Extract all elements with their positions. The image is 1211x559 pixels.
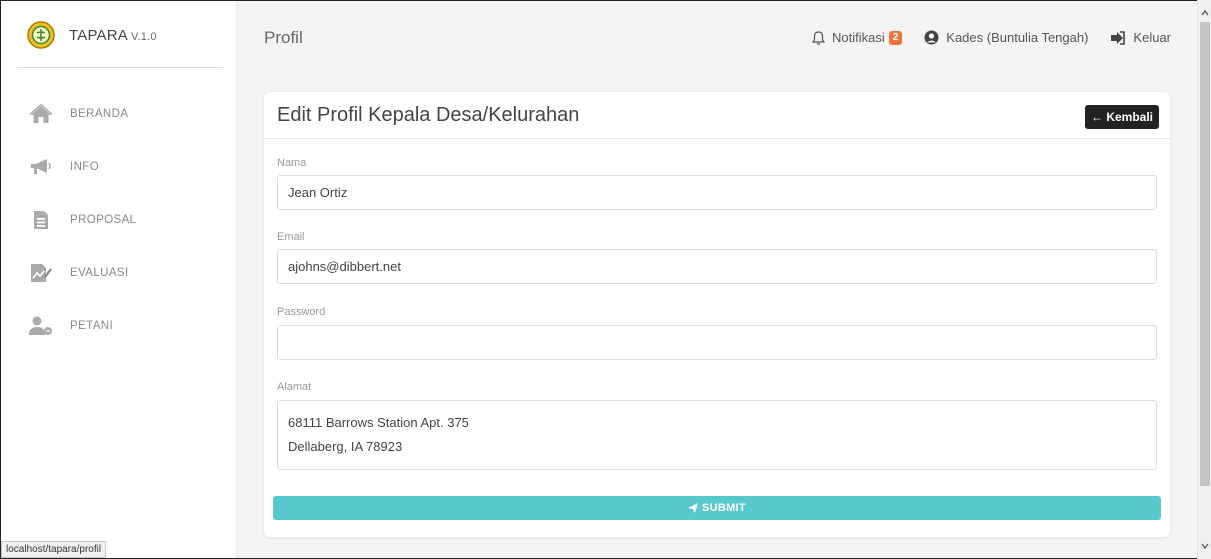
- sign-out-icon: [1111, 30, 1126, 45]
- page-title: Profil: [264, 28, 303, 47]
- document-icon: [29, 208, 53, 232]
- name-label: Nama: [277, 157, 307, 169]
- logout-button[interactable]: Keluar: [1110, 30, 1171, 45]
- notification-count-badge: 2: [888, 30, 903, 45]
- brand-version: V.1.0: [131, 30, 157, 43]
- sidebar-item-label: PROPOSAL: [70, 213, 137, 226]
- scroll-down-arrow-icon[interactable]: [1201, 542, 1209, 550]
- address-label: Alamat: [277, 381, 312, 393]
- user-menu[interactable]: Kades (Buntulia Tengah): [924, 30, 1088, 45]
- submit-button[interactable]: SUBMIT: [273, 496, 1161, 520]
- sidebar-item-info[interactable]: INFO: [1, 140, 237, 193]
- scrollbar-thumb[interactable]: [1200, 22, 1210, 486]
- divider: [17, 67, 223, 68]
- sidebar-item-petani[interactable]: PETANI: [1, 299, 237, 352]
- card-title: Edit Profil Kepala Desa/Kelurahan: [277, 104, 580, 126]
- edit-profile-card: Edit Profil Kepala Desa/Kelurahan ← Kemb…: [264, 92, 1170, 537]
- megaphone-icon: [29, 155, 53, 179]
- sidebar-nav: BERANDA INFO PROPOSAL EVALUASI PETANI: [1, 87, 237, 352]
- address-field[interactable]: 68111 Barrows Station Apt. 375 Dellaberg…: [277, 400, 1157, 470]
- submit-label: SUBMIT: [702, 502, 746, 514]
- brand[interactable]: TAPARA V.1.0: [27, 15, 157, 55]
- user-group-icon: [29, 314, 53, 338]
- user-label: Kades (Buntulia Tengah): [946, 30, 1089, 45]
- emblem-logo-icon: [27, 21, 55, 49]
- paper-plane-icon: [688, 503, 699, 513]
- status-bar-url: localhost/tapara/profil: [1, 541, 107, 558]
- page-scrollbar[interactable]: [1197, 0, 1211, 559]
- sidebar-item-label: PETANI: [70, 319, 114, 332]
- sidebar-item-evaluasi[interactable]: EVALUASI: [1, 246, 237, 299]
- chart-pen-icon: [29, 261, 53, 285]
- password-label: Password: [277, 306, 326, 318]
- home-icon: [29, 102, 53, 126]
- sidebar: TAPARA V.1.0 BERANDA INFO PROPOSAL EVALU…: [1, 1, 237, 558]
- user-circle-icon: [924, 30, 939, 45]
- notification-button[interactable]: Notifikasi 2: [811, 30, 903, 45]
- notification-label: Notifikasi: [831, 30, 885, 45]
- password-field[interactable]: [277, 325, 1157, 360]
- back-button[interactable]: ← Kembali: [1084, 105, 1159, 129]
- sidebar-item-label: BERANDA: [70, 107, 129, 120]
- email-label: Email: [277, 231, 305, 243]
- top-actions: Notifikasi 2 Kades (Buntulia Tengah) Kel…: [790, 30, 1171, 45]
- scroll-up-arrow-icon[interactable]: [1201, 9, 1209, 17]
- card-header: Edit Profil Kepala Desa/Kelurahan ← Kemb…: [264, 92, 1170, 139]
- sidebar-item-label: INFO: [70, 160, 100, 173]
- name-field[interactable]: [277, 175, 1157, 210]
- topbar: Profil Notifikasi 2 Kades (Buntulia Teng…: [238, 1, 1197, 63]
- sidebar-item-label: EVALUASI: [70, 266, 129, 279]
- sidebar-item-beranda[interactable]: BERANDA: [1, 87, 237, 140]
- logout-label: Keluar: [1133, 30, 1171, 45]
- sidebar-item-proposal[interactable]: PROPOSAL: [1, 193, 237, 246]
- brand-name: TAPARA V.1.0: [69, 26, 157, 44]
- bell-icon: [811, 30, 825, 45]
- email-field[interactable]: [277, 249, 1157, 284]
